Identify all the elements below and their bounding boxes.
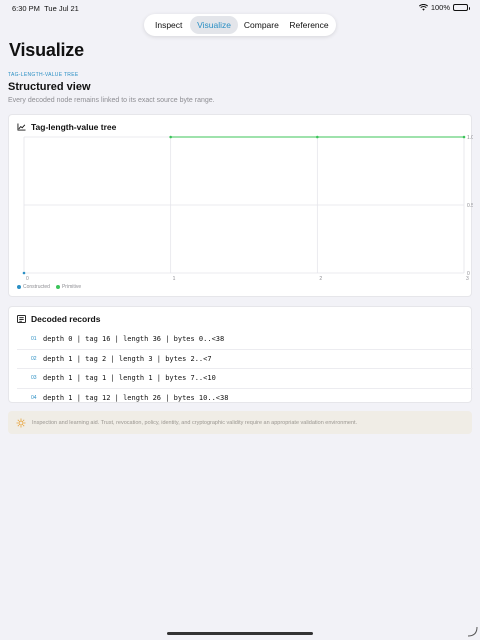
- time-label: 6:30 PM: [12, 4, 40, 13]
- status-right: 100%: [418, 3, 470, 12]
- x-tick-label: 0: [26, 276, 29, 282]
- record-index: 01: [31, 336, 37, 343]
- record-row[interactable]: 01 depth 0 | tag 16 | length 36 | bytes …: [17, 330, 473, 350]
- record-index: 02: [31, 355, 37, 362]
- tab-compare[interactable]: Compare: [238, 16, 285, 34]
- x-tick-label: 2: [319, 276, 322, 282]
- sun-icon: [16, 418, 26, 427]
- data-point-constructed: [22, 271, 26, 275]
- record-text: depth 1 | tag 2 | length 3 | bytes 2..<7: [43, 354, 212, 363]
- records-card-header: Decoded records: [17, 314, 100, 324]
- home-indicator: [167, 632, 313, 635]
- disclaimer-notice: Inspection and learning aid. Trust, revo…: [8, 411, 472, 434]
- notice-text: Inspection and learning aid. Trust, revo…: [32, 419, 358, 426]
- section-eyebrow: TAG-LENGTH-VALUE TREE: [8, 72, 79, 78]
- tab-bar: Inspect Visualize Compare Reference: [144, 14, 336, 36]
- page-title: Visualize: [9, 40, 84, 60]
- record-text: depth 0 | tag 16 | length 36 | bytes 0..…: [43, 335, 225, 344]
- chart-line-icon: [17, 123, 26, 131]
- record-row[interactable]: 02 depth 1 | tag 2 | length 3 | bytes 2.…: [17, 350, 473, 369]
- record-text: depth 1 | tag 12 | length 26 | bytes 10.…: [43, 394, 229, 403]
- legend-item-constructed: Constructed: [17, 284, 50, 290]
- tab-visualize[interactable]: Visualize: [190, 16, 238, 34]
- chart-card: 0 1 2 3 0 0.5 1.0 Tag-length-value tree Constr…: [8, 114, 473, 297]
- tab-reference[interactable]: Reference: [285, 16, 333, 34]
- section-description: Every decoded node remains linked to its…: [8, 97, 215, 104]
- records-card: Decoded records 01 depth 0 | tag 16 | le…: [8, 306, 473, 403]
- record-index: 03: [31, 375, 37, 382]
- wifi-icon: [418, 4, 428, 11]
- section-title: Structured view: [8, 81, 91, 93]
- list-icon: [17, 315, 26, 323]
- chart-card-header: Tag-length-value tree: [17, 122, 116, 132]
- battery-icon: [453, 4, 470, 11]
- legend-item-primitive: Primitive: [55, 284, 82, 290]
- records-card-title: Decoded records: [31, 314, 101, 324]
- tlv-chart: 0 1 2 300.51.0: [22, 135, 473, 282]
- record-row[interactable]: 04 depth 1 | tag 12 | length 26 | bytes …: [17, 389, 473, 409]
- records-list: 01 depth 0 | tag 16 | length 36 | bytes …: [17, 330, 473, 408]
- resize-corner-icon: [467, 626, 478, 637]
- record-row[interactable]: 03 depth 1 | tag 1 | length 1 | bytes 7.…: [17, 369, 473, 389]
- legend-dot-primitive: [55, 285, 60, 289]
- legend-dot-constructed: [17, 285, 21, 289]
- battery-percent: 100%: [430, 3, 450, 12]
- data-point-primitive: [316, 135, 319, 139]
- chart-card-title: Tag-length-value tree: [31, 122, 117, 132]
- record-text: depth 1 | tag 1 | length 1 | bytes 7..<1…: [43, 374, 216, 383]
- data-point-primitive: [462, 135, 466, 139]
- legend-label-constructed: Constructed: [23, 284, 50, 290]
- status-time: 6:30 PM Tue Jul 21: [12, 4, 79, 13]
- x-tick-label: 1: [173, 276, 176, 282]
- y-tick-label: 1.0: [467, 135, 473, 141]
- legend-label-primitive: Primitive: [61, 284, 82, 290]
- y-tick-label: 0.5: [467, 203, 473, 209]
- y-tick-label: 0: [467, 271, 470, 277]
- data-point-primitive: [169, 135, 172, 139]
- record-index: 04: [31, 395, 37, 402]
- date-label: Tue Jul 21: [44, 4, 79, 13]
- tab-inspect[interactable]: Inspect: [147, 16, 190, 34]
- chart-legend: Constructed Primitive: [17, 284, 81, 290]
